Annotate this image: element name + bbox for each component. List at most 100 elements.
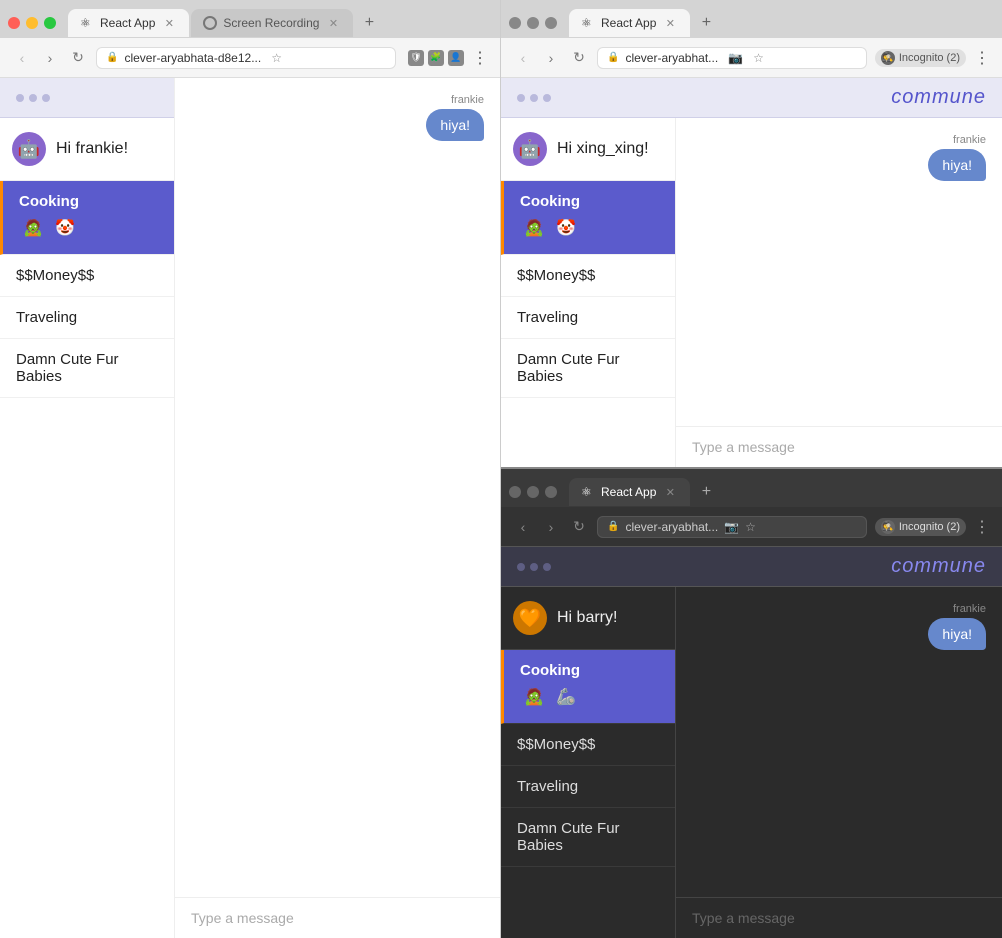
- channel-cooking-left[interactable]: Cooking 🧟 🤡: [0, 181, 174, 255]
- channel-traveling-left[interactable]: Traveling: [0, 297, 174, 339]
- hd1-rb: [517, 563, 525, 571]
- back-btn-rb[interactable]: ‹: [513, 519, 533, 535]
- message-bubble-rt: hiya!: [928, 149, 986, 181]
- chat-input-area-left[interactable]: Type a message: [175, 897, 500, 938]
- channel-avatars-rb: 🧟 🦾: [520, 683, 659, 711]
- tab-react-app-rt[interactable]: ⚛ React App ✕: [569, 9, 690, 37]
- header-dot-3: [42, 94, 50, 102]
- back-button[interactable]: ‹: [12, 50, 32, 66]
- chat-messages-rt: frankie hiya!: [676, 118, 1002, 426]
- bookmark-icon-rt[interactable]: ☆: [753, 51, 764, 65]
- app-window-left: 🤖 Hi frankie! Cooking 🧟 🤡 $$Money$$ Trav…: [0, 78, 500, 938]
- avatar-c2-rb: 🦾: [552, 683, 580, 711]
- forward-btn-rb[interactable]: ›: [541, 519, 561, 535]
- new-tab-button[interactable]: +: [355, 9, 383, 37]
- forward-button[interactable]: ›: [40, 50, 60, 66]
- reload-btn-rb[interactable]: ↻: [569, 518, 589, 535]
- address-field-rt[interactable]: 🔒 clever-aryabhat... 📷 ☆: [597, 47, 867, 69]
- app-inner-wrapper-rb: commune 🧡 Hi barry! Cooking 🧟: [501, 547, 1002, 938]
- forward-btn-rt[interactable]: ›: [541, 50, 561, 66]
- maximize-button[interactable]: [44, 17, 56, 29]
- chat-input-placeholder-rt: Type a message: [692, 439, 986, 455]
- ext-icon-user[interactable]: 👤: [448, 50, 464, 66]
- react-favicon-rb: ⚛: [581, 485, 595, 499]
- address-field-rb[interactable]: 🔒 clever-aryabhat... 📷 ☆: [597, 516, 867, 538]
- chat-area-rb: frankie hiya! Type a message: [676, 587, 1002, 938]
- channel-traveling-rt[interactable]: Traveling: [501, 297, 675, 339]
- tab-bar-left: ⚛ React App ✕ Screen Recording ✕ +: [0, 0, 500, 38]
- tab-bar-rb: ⚛ React App ✕ +: [501, 469, 1002, 507]
- react-favicon: ⚛: [80, 16, 94, 30]
- channel-name-money-rb: $$Money$$: [517, 736, 659, 753]
- channel-furbabies-rb[interactable]: Damn Cute Fur Babies: [501, 808, 675, 867]
- header-dots-rb: [517, 563, 551, 571]
- reload-button[interactable]: ↻: [68, 49, 88, 66]
- cam-icon-rb: 📷: [724, 520, 739, 534]
- tab-bar-right-top: ⚛ React App ✕ +: [501, 0, 1002, 38]
- channel-name-money: $$Money$$: [16, 267, 158, 284]
- channel-name-cooking: Cooking: [19, 193, 158, 210]
- channel-money-left[interactable]: $$Money$$: [0, 255, 174, 297]
- chat-input-placeholder-left: Type a message: [191, 910, 484, 926]
- tab-react-app-rb[interactable]: ⚛ React App ✕: [569, 478, 690, 506]
- dot2: [527, 17, 539, 29]
- channel-name-cooking-rt: Cooking: [520, 193, 659, 210]
- channel-furbabies-left[interactable]: Damn Cute Fur Babies: [0, 339, 174, 398]
- new-tab-btn-rb[interactable]: +: [692, 478, 720, 506]
- reload-btn-rt[interactable]: ↻: [569, 49, 589, 66]
- tab-close-rb[interactable]: ✕: [662, 484, 678, 500]
- channel-traveling-rb[interactable]: Traveling: [501, 766, 675, 808]
- message-row-sent-left: frankie hiya!: [191, 94, 484, 141]
- tab-screen-recording[interactable]: Screen Recording ✕: [191, 9, 353, 37]
- address-field-left[interactable]: 🔒 clever-aryabhata-d8e12... ☆: [96, 47, 396, 69]
- screen-rec-icon: [203, 16, 217, 30]
- browser-menu-rb[interactable]: ⋮: [974, 517, 990, 537]
- channel-money-rb[interactable]: $$Money$$: [501, 724, 675, 766]
- chat-area-rt: frankie hiya! Type a message: [676, 118, 1002, 467]
- address-text-left: clever-aryabhata-d8e12...: [124, 51, 261, 65]
- user-name-rb: Hi barry!: [557, 609, 617, 627]
- browser-right-top: ⚛ React App ✕ + ‹ › ↻ 🔒 clever-aryabhat.…: [501, 0, 1002, 469]
- tab-close-rt[interactable]: ✕: [662, 15, 678, 31]
- dot1-rb: [509, 486, 521, 498]
- address-bar-rb: ‹ › ↻ 🔒 clever-aryabhat... 📷 ☆ 🕵 Incogni…: [501, 507, 1002, 547]
- close-button[interactable]: [8, 17, 20, 29]
- chat-input-area-rt[interactable]: Type a message: [676, 426, 1002, 467]
- app-header-rb: commune: [501, 547, 1002, 587]
- user-name-rt: Hi xing_xing!: [557, 140, 649, 158]
- user-header-rt: 🤖 Hi xing_xing!: [501, 118, 675, 181]
- sidebar-left: 🤖 Hi frankie! Cooking 🧟 🤡 $$Money$$ Trav…: [0, 78, 175, 938]
- dot2-rb: [527, 486, 539, 498]
- channel-avatars-rt: 🧟 🤡: [520, 214, 659, 242]
- user-header-left: 🤖 Hi frankie!: [0, 118, 174, 181]
- bookmark-icon[interactable]: ☆: [271, 51, 282, 65]
- minimize-button[interactable]: [26, 17, 38, 29]
- chat-area-left: frankie hiya! Type a message: [175, 78, 500, 938]
- tab-close-react[interactable]: ✕: [161, 15, 177, 31]
- back-btn-rt[interactable]: ‹: [513, 50, 533, 66]
- avatar-rt: 🤖: [513, 132, 547, 166]
- ext-icon-shield[interactable]: 🛡: [408, 50, 424, 66]
- address-bar-left: ‹ › ↻ 🔒 clever-aryabhata-d8e12... ☆ 🛡 🧩 …: [0, 38, 500, 78]
- lock-icon-rb: 🔒: [607, 521, 619, 532]
- channel-money-rt[interactable]: $$Money$$: [501, 255, 675, 297]
- hd3-rt: [543, 94, 551, 102]
- channel-cooking-rb[interactable]: Cooking 🧟 🦾: [501, 650, 675, 724]
- new-tab-button-rt[interactable]: +: [692, 9, 720, 37]
- chat-input-area-rb[interactable]: Type a message: [676, 897, 1002, 938]
- incognito-badge-rb: 🕵 Incognito (2): [875, 518, 966, 536]
- browser-menu-rt[interactable]: ⋮: [974, 48, 990, 68]
- tab-close-screen-rec[interactable]: ✕: [325, 15, 341, 31]
- tab-label-react: React App: [100, 16, 155, 30]
- user-name-left: Hi frankie!: [56, 140, 128, 158]
- ext-icon-puzzle[interactable]: 🧩: [428, 50, 444, 66]
- tab-react-app[interactable]: ⚛ React App ✕: [68, 9, 189, 37]
- channel-cooking-rt[interactable]: Cooking 🧟 🤡: [501, 181, 675, 255]
- channel-furbabies-rt[interactable]: Damn Cute Fur Babies: [501, 339, 675, 398]
- avatar-cooking-2: 🤡: [51, 214, 79, 242]
- avatar-c1-rt: 🧟: [520, 214, 548, 242]
- message-sender-rb: frankie: [953, 603, 986, 615]
- browser-menu[interactable]: ⋮: [472, 48, 488, 68]
- channel-name-traveling-rb: Traveling: [517, 778, 659, 795]
- bookmark-icon-rb[interactable]: ☆: [745, 520, 756, 534]
